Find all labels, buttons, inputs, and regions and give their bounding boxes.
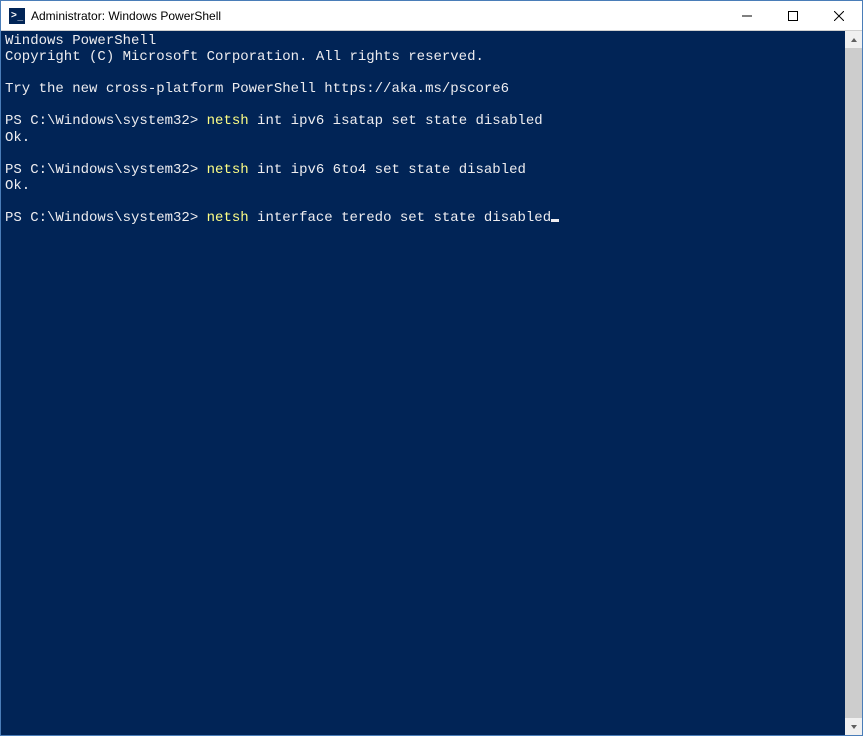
ok-response: Ok. [5,130,30,146]
header-line-1: Windows PowerShell [5,33,156,49]
titlebar[interactable]: Administrator: Windows PowerShell [1,1,862,31]
vertical-scrollbar[interactable] [845,31,862,735]
scrollbar-down-button[interactable] [845,718,862,735]
command-args: int ipv6 6to4 set state disabled [249,162,526,178]
powershell-icon [9,8,25,24]
prompt: PS C:\Windows\system32> [5,113,207,129]
terminal-area: Windows PowerShell Copyright (C) Microso… [1,31,862,735]
scrollbar-up-button[interactable] [845,31,862,48]
ok-response: Ok. [5,178,30,194]
close-button[interactable] [816,1,862,30]
scrollbar-track[interactable] [845,48,862,718]
command-executable: netsh [207,162,249,178]
command-args: interface teredo set state disabled [249,210,551,226]
powershell-window: Administrator: Windows PowerShell Window… [0,0,863,736]
maximize-button[interactable] [770,1,816,30]
prompt: PS C:\Windows\system32> [5,162,207,178]
command-args: int ipv6 isatap set state disabled [249,113,543,129]
terminal[interactable]: Windows PowerShell Copyright (C) Microso… [1,31,845,735]
cursor [551,219,559,222]
header-line-2: Copyright (C) Microsoft Corporation. All… [5,49,484,65]
try-message: Try the new cross-platform PowerShell ht… [5,81,509,97]
command-executable: netsh [207,210,249,226]
scrollbar-thumb[interactable] [845,48,862,718]
minimize-button[interactable] [724,1,770,30]
window-title: Administrator: Windows PowerShell [31,9,724,23]
titlebar-controls [724,1,862,30]
prompt: PS C:\Windows\system32> [5,210,207,226]
command-executable: netsh [207,113,249,129]
